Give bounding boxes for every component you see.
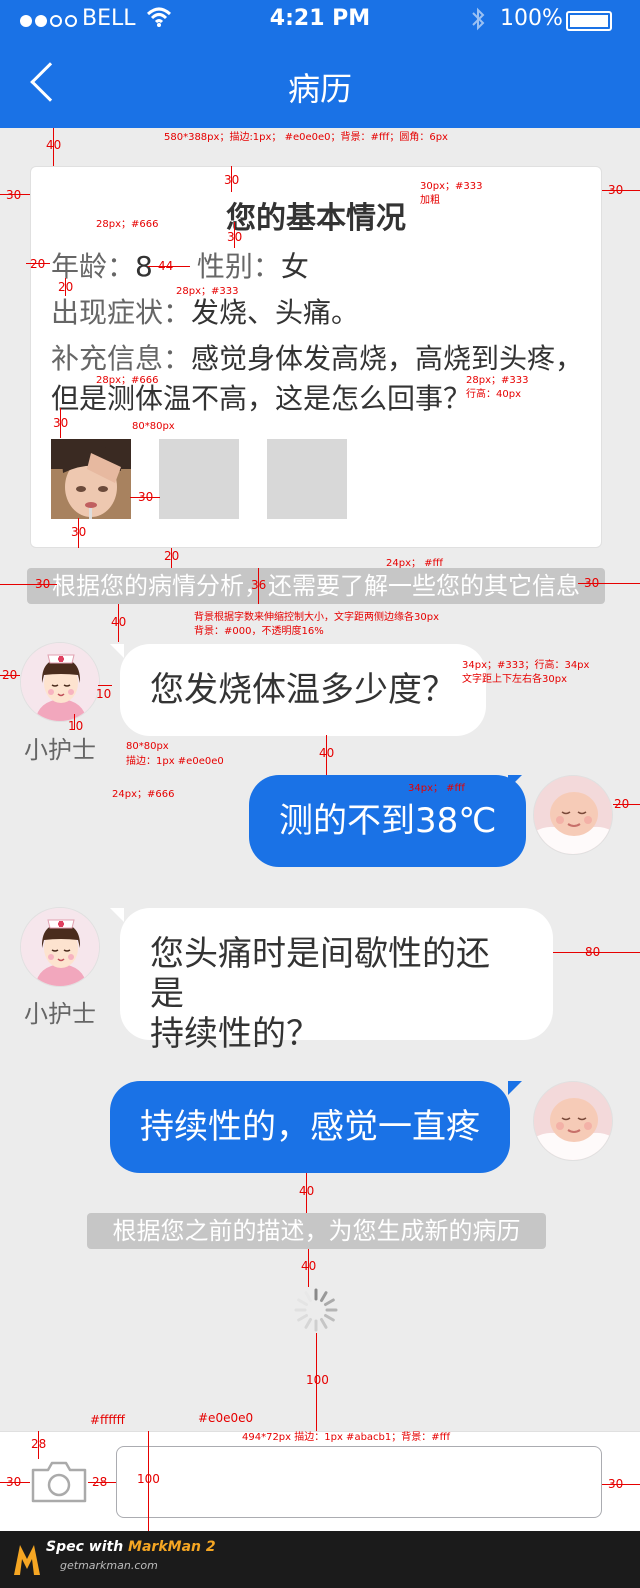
user-avatar-icon [534,776,612,854]
camera-icon[interactable] [30,1460,88,1504]
annotation-label: 34px； #fff [408,783,465,794]
patient-photo-image [51,439,131,519]
markman-footer: Spec with MarkMan 2 getmarkman.com [0,1531,640,1588]
loading-spinner-icon [294,1288,338,1332]
annotation-label: 背景根据字数来伸缩控制大小，文字距两侧边缘各30px [194,612,439,623]
annotation-label: 30 [6,188,22,202]
bubble-text-line1: 您头痛时是间歇性的还是 [150,934,490,1014]
annotation-label: 20 [30,257,46,271]
nurse-avatar[interactable] [20,907,100,987]
annotation-label: 34px；#333；行高：34px [462,660,590,671]
annotation-label: 40 [46,138,62,152]
age-label: 年龄： [51,250,136,283]
chat-bubble-incoming: 您发烧体温多少度？ [120,644,486,736]
symptom-value: 发烧、头痛。 [191,296,360,329]
patient-photo[interactable] [51,439,131,519]
annotation-label: 20 [2,668,18,682]
age-gender-row: 年龄：8 性别：女 [51,247,309,287]
annotation-label: 30 [6,1475,22,1489]
info-notice: 根据您之前的描述，为您生成新的病历 [87,1213,546,1249]
bubble-tail [110,908,124,922]
markman-url: getmarkman.com [60,1559,158,1572]
annotation-label: 10 [68,719,84,733]
extra-label: 补充信息： [51,342,192,375]
image-placeholder[interactable] [267,439,347,519]
nurse-avatar-icon [21,643,99,721]
annotation-label: 28px；#666 [96,375,159,386]
annotation-label: 行高：40px [466,389,521,400]
annotation-label: 100 [137,1472,160,1486]
annotation-label: 24px； #fff [386,558,443,569]
annotation-label: 20 [164,549,180,563]
info-notice: 根据您的病情分析，还需要了解一些您的其它信息 [27,568,605,604]
annotation-label: #e0e0e0 [198,1411,254,1425]
annotation-label: 30 [71,525,87,539]
annotation-label: 描边：1px #e0e0e0 [126,756,224,767]
chat-bubble-outgoing: 测的不到38℃ [249,775,527,867]
extra-value-line1: 感觉身体发高烧，高烧到头疼， [191,342,584,375]
user-avatar-icon [534,1082,612,1160]
annotation-label: 文字距上下左右各30px [462,674,567,685]
user-avatar[interactable] [533,775,613,855]
annotation-label: 28px；#333 [176,286,239,297]
battery-icon [566,11,612,31]
annotation-label: 30px；#333 [420,181,483,192]
annotation-label: 40 [299,1184,315,1198]
nurse-avatar-icon [21,908,99,986]
bubble-tail [508,775,522,789]
annotation-label: 40 [111,615,127,629]
annotation-label: 30 [608,1477,624,1491]
annotation-label: 100 [306,1373,329,1387]
nurse-avatar[interactable] [20,642,100,722]
annotation-label: 30 [227,230,243,244]
annotation-label: 80*80px [132,421,175,432]
bluetooth-icon [472,7,485,31]
user-avatar[interactable] [533,1081,613,1161]
annotation-label: 30 [608,183,624,197]
annotation-label: 30 [53,416,69,430]
annotation-label: 80 [585,945,601,959]
annotation-label: 80*80px [126,741,169,752]
annotation-label: 40 [319,746,335,760]
message-input[interactable] [116,1446,602,1518]
battery-percent: 100% [500,6,563,31]
annotation-label: 30 [224,173,240,187]
chat-bubble-outgoing: 持续性的，感觉一直疼 [110,1081,510,1173]
nurse-name: 小护士 [24,736,96,764]
nurse-name: 小护士 [24,1000,96,1028]
annotation-label: 24px；#666 [112,789,175,800]
annotation-label: 28 [31,1437,47,1451]
bubble-text-line2: 持续性的？ [150,1014,320,1054]
annotation-label: 20 [58,280,74,294]
annotation-label: 30 [138,490,154,504]
annotation-label: 10 [96,687,112,701]
annotation-label: 28 [92,1475,108,1489]
annotation-label: 30 [584,576,600,590]
annotation-label: 28px；#666 [96,219,159,230]
gender-value: 女 [280,250,309,283]
annotation-label: 44 [158,259,174,273]
chat-bubble-incoming: 您头痛时是间歇性的还是 持续性的？ [120,908,553,1054]
bubble-tail [110,644,124,658]
symptom-label: 出现症状： [51,296,192,329]
markman-logo-icon [14,1545,40,1575]
annotation-label: 30 [35,577,51,591]
annotation-label: 40 [301,1259,317,1273]
status-bar: BELL 4:21 PM 100% [0,0,640,40]
markman-title: Spec with MarkMan 2 [46,1539,216,1555]
image-placeholder[interactable] [159,439,239,519]
annotation-label: 加粗 [420,195,440,206]
top-bar: BELL 4:21 PM 100% 病历 [0,0,640,128]
annotation-label: #ffffff [90,1413,125,1427]
page-title: 病历 [287,70,352,108]
annotation-label: 580*388px；描边:1px； #e0e0e0；背景：#fff；圆角：6px [164,132,448,143]
annotation-label: 20 [614,797,630,811]
annotation-label: 28px；#333 [466,375,529,386]
annotation-label: 背景：#000，不透明度16% [194,626,324,637]
annotation-label: 36 [251,578,267,592]
bubble-tail [508,1081,522,1095]
symptom-row: 出现症状：发烧、头痛。 [51,293,359,333]
annotation-label: 494*72px 描边：1px #abacb1；背景：#fff [242,1432,451,1443]
gender-label: 性别： [196,250,281,283]
